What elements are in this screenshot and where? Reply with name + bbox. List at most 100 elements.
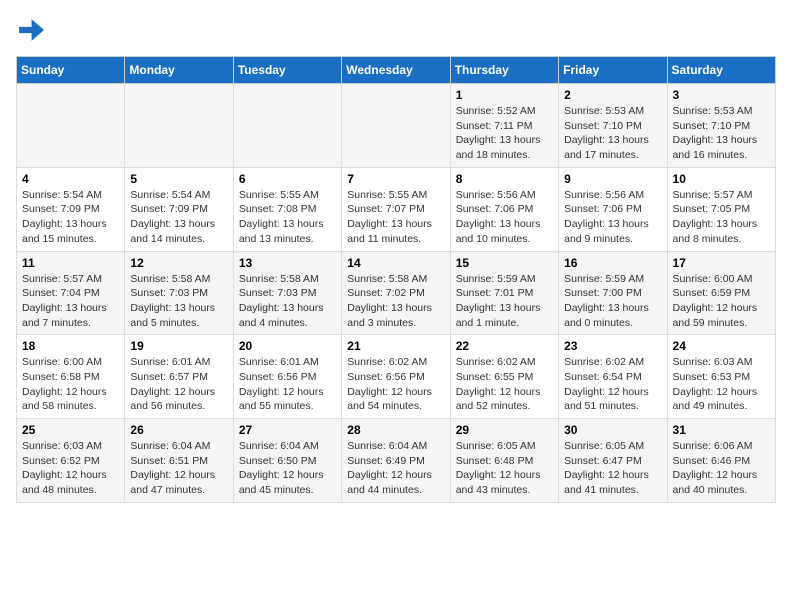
header-cell-saturday: Saturday: [667, 57, 775, 84]
day-cell: 22Sunrise: 6:02 AM Sunset: 6:55 PM Dayli…: [450, 335, 558, 419]
day-info: Sunrise: 6:04 AM Sunset: 6:49 PM Dayligh…: [347, 439, 444, 498]
day-cell: 20 Sunrise: 6:01 AM Sunset: 6:56 PM Dayli…: [233, 335, 341, 419]
day-number: 24: [673, 339, 770, 353]
day-number: 27: [239, 423, 336, 437]
week-row-5: 25 Sunrise: 6:03 AM Sunset: 6:52 PM Dayli…: [17, 419, 776, 503]
day-info: Sunrise: 6:01 AM Sunset: 6:56 PM Dayligh…: [239, 355, 336, 414]
day-info: Sunrise: 5:58 AM Sunset: 7:03 PM Dayligh…: [239, 272, 336, 331]
day-cell: [17, 84, 125, 168]
day-cell: 7 Sunrise: 5:55 AM Sunset: 7:07 PM Daylig…: [342, 167, 450, 251]
header-row: SundayMondayTuesdayWednesdayThursdayFrid…: [17, 57, 776, 84]
day-info: Sunrise: 5:58 AM Sunset: 7:03 PM Dayligh…: [130, 272, 227, 331]
day-cell: 17 Sunrise: 6:00 AM Sunset: 6:59 PM Dayli…: [667, 251, 775, 335]
day-number: 8: [456, 172, 553, 186]
day-cell: 4Sunrise: 5:54 AM Sunset: 7:09 PM Daylig…: [17, 167, 125, 251]
day-number: 2: [564, 88, 661, 102]
day-cell: [342, 84, 450, 168]
day-number: 6: [239, 172, 336, 186]
day-cell: 6 Sunrise: 5:55 AM Sunset: 7:08 PM Daylig…: [233, 167, 341, 251]
day-cell: 2 Sunrise: 5:53 AM Sunset: 7:10 PM Daylig…: [559, 84, 667, 168]
day-number: 28: [347, 423, 444, 437]
calendar-body: 1 Sunrise: 5:52 AM Sunset: 7:11 PM Daylig…: [17, 84, 776, 503]
day-number: 19: [130, 339, 227, 353]
day-number: 14: [347, 256, 444, 270]
day-number: 9: [564, 172, 661, 186]
day-cell: 1 Sunrise: 5:52 AM Sunset: 7:11 PM Daylig…: [450, 84, 558, 168]
day-number: 7: [347, 172, 444, 186]
day-info: Sunrise: 5:57 AM Sunset: 7:04 PM Dayligh…: [22, 272, 119, 331]
day-number: 30: [564, 423, 661, 437]
day-cell: 14Sunrise: 5:58 AM Sunset: 7:02 PM Dayli…: [342, 251, 450, 335]
day-info: Sunrise: 5:55 AM Sunset: 7:07 PM Dayligh…: [347, 188, 444, 247]
day-cell: 16 Sunrise: 5:59 AM Sunset: 7:00 PM Dayli…: [559, 251, 667, 335]
day-info: Sunrise: 5:56 AM Sunset: 7:06 PM Dayligh…: [564, 188, 661, 247]
calendar-table: SundayMondayTuesdayWednesdayThursdayFrid…: [16, 56, 776, 503]
day-info: Sunrise: 5:55 AM Sunset: 7:08 PM Dayligh…: [239, 188, 336, 247]
day-cell: 12 Sunrise: 5:58 AM Sunset: 7:03 PM Dayli…: [125, 251, 233, 335]
day-cell: [125, 84, 233, 168]
day-number: 23: [564, 339, 661, 353]
day-cell: 9 Sunrise: 5:56 AM Sunset: 7:06 PM Daylig…: [559, 167, 667, 251]
day-number: 25: [22, 423, 119, 437]
day-number: 15: [456, 256, 553, 270]
day-info: Sunrise: 6:01 AM Sunset: 6:57 PM Dayligh…: [130, 355, 227, 414]
day-number: 17: [673, 256, 770, 270]
day-cell: 29Sunrise: 6:05 AM Sunset: 6:48 PM Dayli…: [450, 419, 558, 503]
day-cell: 30 Sunrise: 6:05 AM Sunset: 6:47 PM Dayli…: [559, 419, 667, 503]
day-info: Sunrise: 5:54 AM Sunset: 7:09 PM Dayligh…: [130, 188, 227, 247]
day-info: Sunrise: 5:56 AM Sunset: 7:06 PM Dayligh…: [456, 188, 553, 247]
day-number: 18: [22, 339, 119, 353]
header-cell-sunday: Sunday: [17, 57, 125, 84]
day-info: Sunrise: 6:02 AM Sunset: 6:54 PM Dayligh…: [564, 355, 661, 414]
day-cell: 10Sunrise: 5:57 AM Sunset: 7:05 PM Dayli…: [667, 167, 775, 251]
day-info: Sunrise: 5:59 AM Sunset: 7:01 PM Dayligh…: [456, 272, 553, 331]
day-number: 11: [22, 256, 119, 270]
day-cell: 8 Sunrise: 5:56 AM Sunset: 7:06 PM Daylig…: [450, 167, 558, 251]
header-cell-wednesday: Wednesday: [342, 57, 450, 84]
day-number: 3: [673, 88, 770, 102]
logo[interactable]: [16, 16, 48, 44]
day-info: Sunrise: 5:52 AM Sunset: 7:11 PM Dayligh…: [456, 104, 553, 163]
day-cell: 11 Sunrise: 5:57 AM Sunset: 7:04 PM Dayli…: [17, 251, 125, 335]
week-row-4: 18 Sunrise: 6:00 AM Sunset: 6:58 PM Dayli…: [17, 335, 776, 419]
day-number: 21: [347, 339, 444, 353]
day-info: Sunrise: 6:05 AM Sunset: 6:47 PM Dayligh…: [564, 439, 661, 498]
day-cell: 27Sunrise: 6:04 AM Sunset: 6:50 PM Dayli…: [233, 419, 341, 503]
day-cell: 26 Sunrise: 6:04 AM Sunset: 6:51 PM Dayli…: [125, 419, 233, 503]
day-info: Sunrise: 6:02 AM Sunset: 6:56 PM Dayligh…: [347, 355, 444, 414]
day-cell: 21 Sunrise: 6:02 AM Sunset: 6:56 PM Dayli…: [342, 335, 450, 419]
week-row-3: 11 Sunrise: 5:57 AM Sunset: 7:04 PM Dayli…: [17, 251, 776, 335]
day-number: 31: [673, 423, 770, 437]
day-info: Sunrise: 6:04 AM Sunset: 6:51 PM Dayligh…: [130, 439, 227, 498]
day-info: Sunrise: 5:57 AM Sunset: 7:05 PM Dayligh…: [673, 188, 770, 247]
day-info: Sunrise: 6:00 AM Sunset: 6:59 PM Dayligh…: [673, 272, 770, 331]
calendar-header: SundayMondayTuesdayWednesdayThursdayFrid…: [17, 57, 776, 84]
day-number: 22: [456, 339, 553, 353]
day-info: Sunrise: 6:06 AM Sunset: 6:46 PM Dayligh…: [673, 439, 770, 498]
day-number: 16: [564, 256, 661, 270]
day-number: 12: [130, 256, 227, 270]
day-info: Sunrise: 5:53 AM Sunset: 7:10 PM Dayligh…: [564, 104, 661, 163]
day-cell: 3 Sunrise: 5:53 AM Sunset: 7:10 PM Daylig…: [667, 84, 775, 168]
day-cell: 23 Sunrise: 6:02 AM Sunset: 6:54 PM Dayli…: [559, 335, 667, 419]
logo-icon: [16, 16, 44, 44]
day-cell: 5Sunrise: 5:54 AM Sunset: 7:09 PM Daylig…: [125, 167, 233, 251]
day-info: Sunrise: 6:03 AM Sunset: 6:53 PM Dayligh…: [673, 355, 770, 414]
day-cell: 18 Sunrise: 6:00 AM Sunset: 6:58 PM Dayli…: [17, 335, 125, 419]
day-cell: 19 Sunrise: 6:01 AM Sunset: 6:57 PM Dayli…: [125, 335, 233, 419]
day-info: Sunrise: 5:59 AM Sunset: 7:00 PM Dayligh…: [564, 272, 661, 331]
day-cell: 13Sunrise: 5:58 AM Sunset: 7:03 PM Dayli…: [233, 251, 341, 335]
header-cell-friday: Friday: [559, 57, 667, 84]
day-info: Sunrise: 6:03 AM Sunset: 6:52 PM Dayligh…: [22, 439, 119, 498]
header-cell-monday: Monday: [125, 57, 233, 84]
day-number: 1: [456, 88, 553, 102]
day-info: Sunrise: 6:00 AM Sunset: 6:58 PM Dayligh…: [22, 355, 119, 414]
header-cell-tuesday: Tuesday: [233, 57, 341, 84]
day-info: Sunrise: 6:05 AM Sunset: 6:48 PM Dayligh…: [456, 439, 553, 498]
day-number: 26: [130, 423, 227, 437]
day-cell: 15 Sunrise: 5:59 AM Sunset: 7:01 PM Dayli…: [450, 251, 558, 335]
page-header: [16, 16, 776, 44]
day-info: Sunrise: 5:53 AM Sunset: 7:10 PM Dayligh…: [673, 104, 770, 163]
week-row-2: 4Sunrise: 5:54 AM Sunset: 7:09 PM Daylig…: [17, 167, 776, 251]
day-number: 20: [239, 339, 336, 353]
